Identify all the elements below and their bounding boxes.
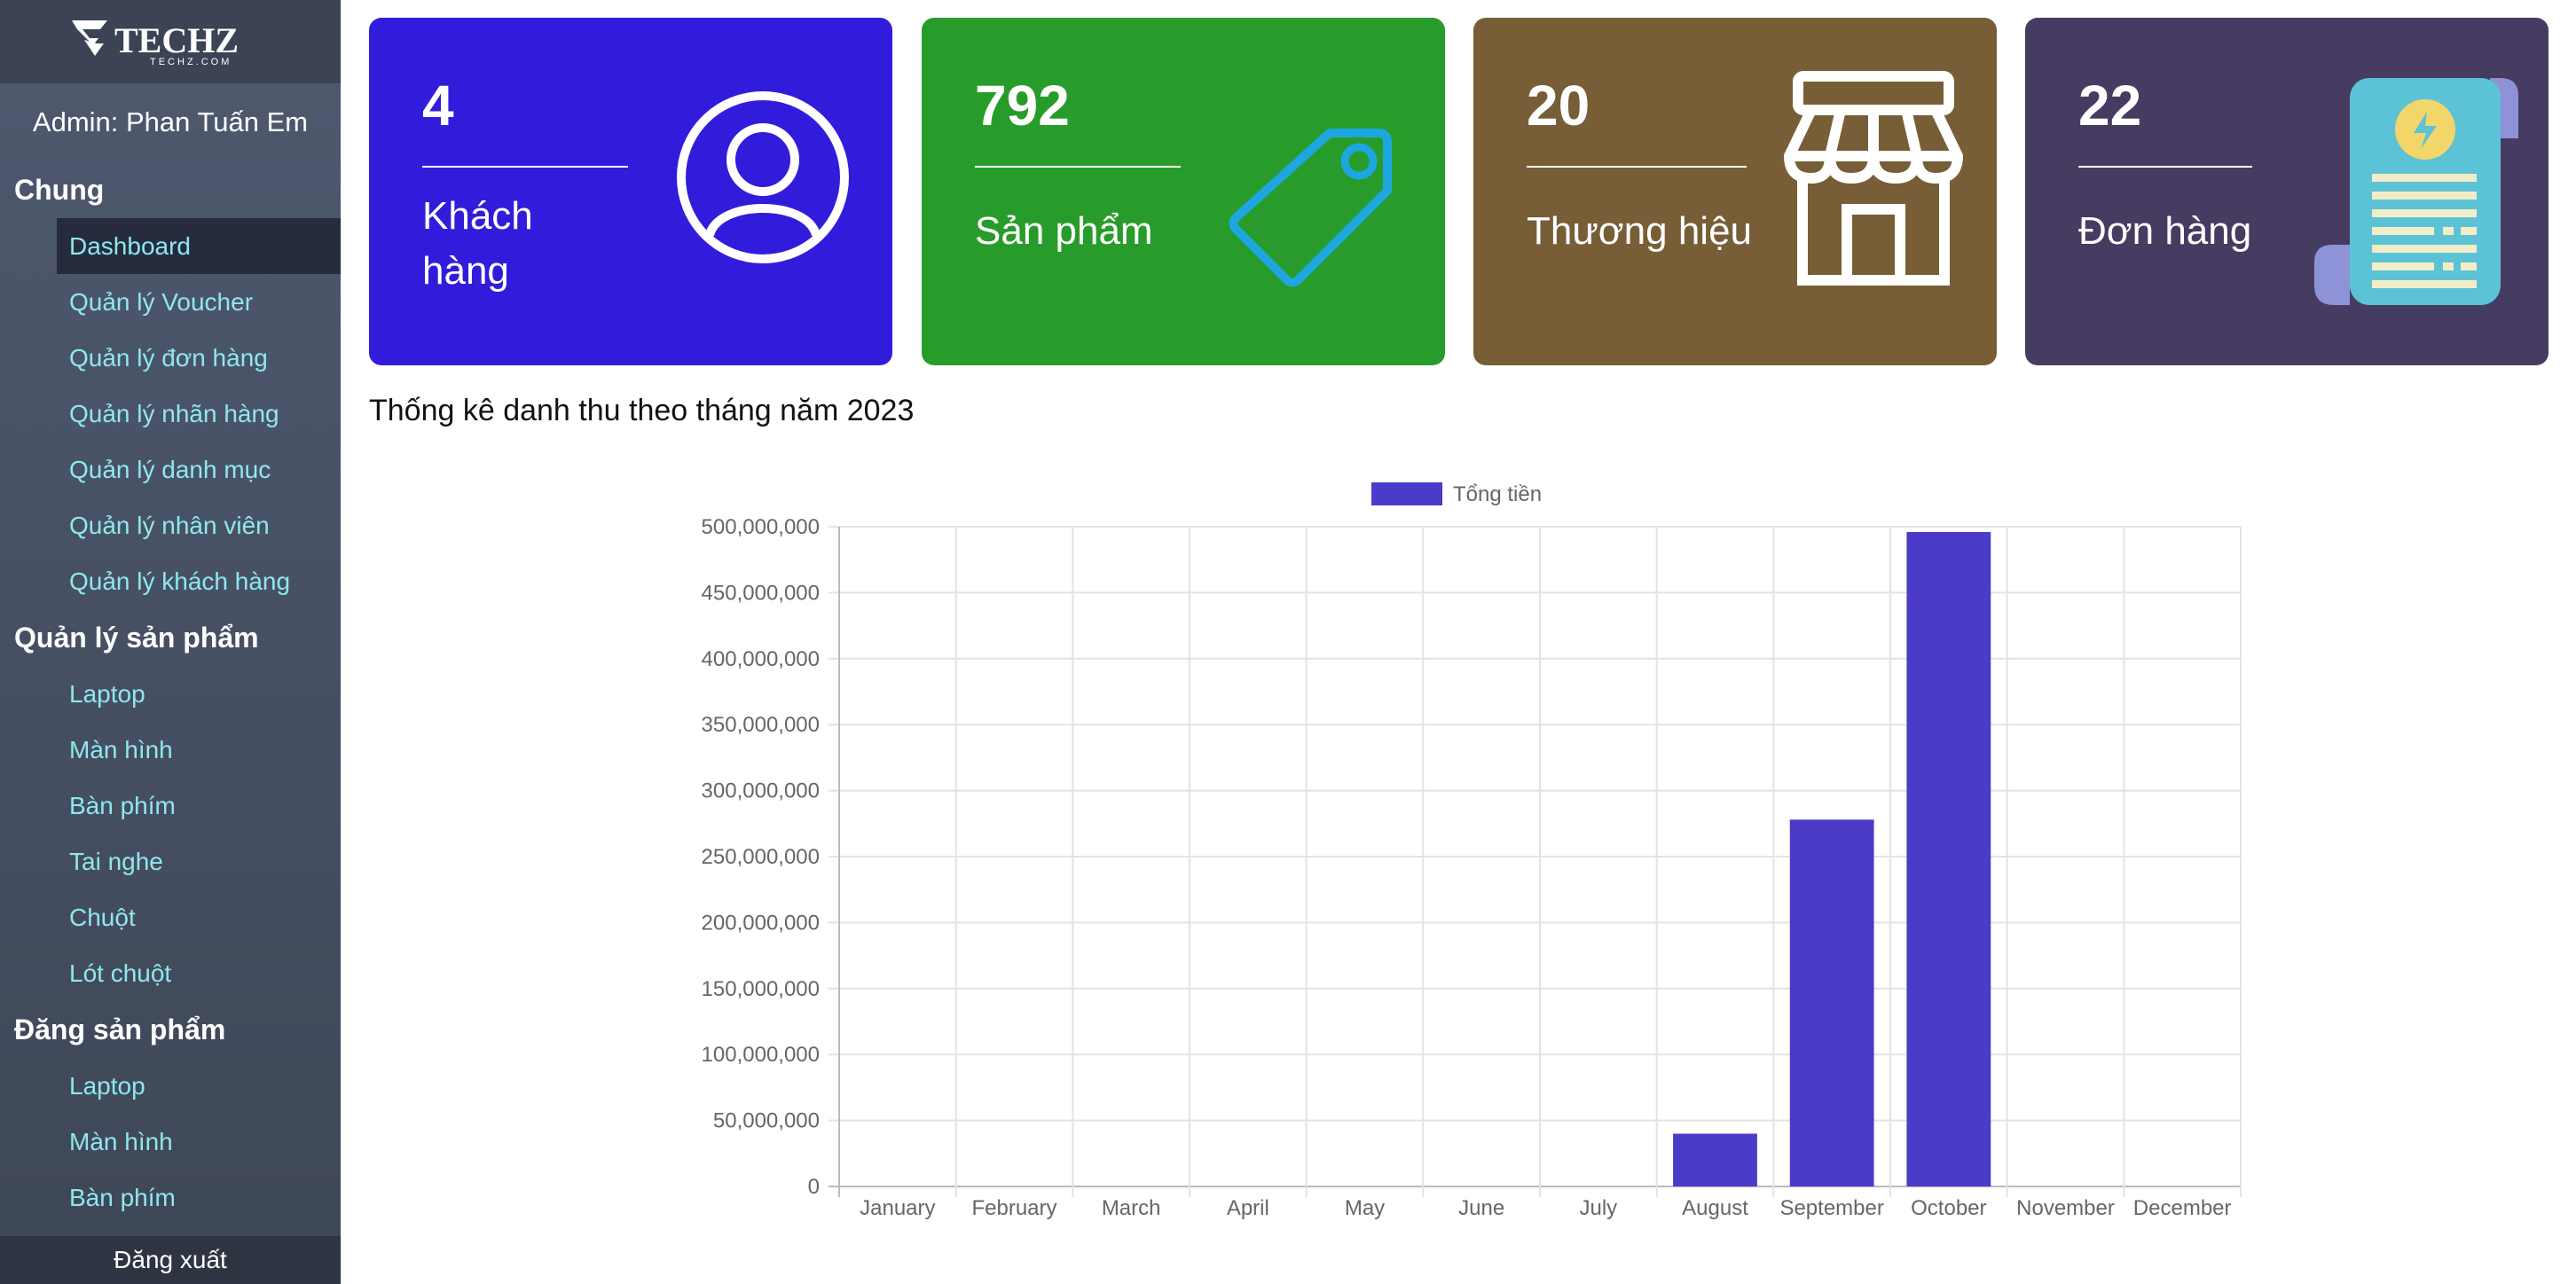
legend-swatch [1371,482,1442,505]
section-post: Đăng sản phẩm [14,1013,226,1045]
revenue-bar-chart: Tổng tiền 0 50,000,000 100,000,000 150,000,… [702,482,2242,1220]
y-tick-label: 500,000,000 [702,515,820,539]
nav-dashboard[interactable]: Dashboard [57,218,341,274]
card-products[interactable]: 792 Sản phẩm [922,18,1445,365]
bar-august[interactable] [1673,1133,1757,1186]
card-brands[interactable]: 20 Thương hiệu [1473,18,1997,365]
card-label: Đơn hàng [2078,209,2252,253]
x-tick-label: May [1345,1196,1385,1220]
nav-product-headphone[interactable]: Tai nghe [0,834,341,889]
products-nav: Laptop Màn hình Bàn phím Tai nghe Chuột … [0,666,341,1001]
card-divider [1527,166,1747,168]
x-tick-label: February [971,1196,1056,1220]
nav-post-monitor[interactable]: Màn hình [0,1114,341,1170]
x-tick-label: January [860,1196,935,1220]
post-nav: Laptop Màn hình Bàn phím [0,1058,341,1225]
nav-brands[interactable]: Quản lý nhãn hàng [0,386,341,442]
receipt-icon [2314,78,2518,305]
x-tick-label: June [1458,1196,1504,1220]
nav-categories[interactable]: Quản lý danh mục [0,442,341,497]
section-general: Chung [14,173,105,206]
x-tick-label: April [1227,1196,1269,1220]
x-tick-label: September [1779,1196,1883,1220]
general-nav: Dashboard Quản lý Voucher Quản lý đơn hà… [0,218,341,609]
y-tick-label: 400,000,000 [702,647,820,671]
legend-label: Tổng tiền [1453,482,1542,506]
y-tick-label: 250,000,000 [702,845,820,869]
x-tick-label: December [2133,1196,2232,1220]
nav-product-keyboard[interactable]: Bàn phím [0,778,341,834]
card-divider [2078,166,2252,168]
card-value: 20 [1527,74,1590,137]
card-value: 22 [2078,74,2142,137]
nav-voucher[interactable]: Quản lý Voucher [0,274,341,330]
section-products: Quản lý sản phẩm [14,621,259,654]
y-tick-label: 450,000,000 [702,581,820,605]
nav-product-laptop[interactable]: Laptop [0,666,341,722]
chart-title: Thống kê danh thu theo tháng năm 2023 [369,394,915,427]
nav-employees[interactable]: Quản lý nhân viên [0,497,341,553]
card-label: Sản phẩm [975,209,1153,253]
card-value: 792 [975,74,1070,137]
store-icon [1784,71,1963,286]
card-divider [422,166,628,168]
sidebar: TECHZ TECHZ.COM Admin: Phan Tuấn Em Chun… [0,0,341,1284]
logo-brand: TECHZ [114,20,239,60]
user-icon [677,91,849,263]
card-value: 4 [422,74,454,137]
x-tick-label: November [2016,1196,2115,1220]
x-tick-label: August [1682,1196,1748,1220]
card-orders[interactable]: 22 Đơn hàng [2025,18,2549,365]
bar-october[interactable] [1906,531,1991,1186]
x-tick-label: October [1911,1196,1986,1220]
nav-post-keyboard[interactable]: Bàn phím [0,1170,341,1225]
techz-logo-icon: TECHZ TECHZ.COM [72,20,239,67]
y-tick-label: 0 [808,1175,820,1199]
card-label: Khách hàng [422,194,533,293]
chart-legend[interactable]: Tổng tiền [1371,482,1542,506]
logout-button[interactable]: Đăng xuất [0,1236,341,1284]
x-tick-label: July [1579,1196,1617,1220]
app-window: TECHZ TECHZ.COM Admin: Phan Tuấn Em Chun… [0,0,2576,1284]
nav-product-monitor[interactable]: Màn hình [0,722,341,778]
y-tick-label: 200,000,000 [702,911,820,935]
y-tick-label: 300,000,000 [702,779,820,803]
admin-label: Admin: Phan Tuấn Em [32,106,309,137]
y-tick-label: 150,000,000 [702,977,820,1001]
nav-product-mousepad[interactable]: Lót chuột [0,945,341,1001]
y-tick-label: 350,000,000 [702,713,820,737]
card-divider [975,166,1181,168]
nav-orders[interactable]: Quản lý đơn hàng [0,330,341,386]
logo[interactable]: TECHZ TECHZ.COM [0,0,341,83]
y-tick-label: 100,000,000 [702,1043,820,1067]
logo-sub: TECHZ.COM [150,57,232,67]
nav-customers[interactable]: Quản lý khách hàng [0,553,341,609]
y-tick-label: 50,000,000 [713,1109,820,1133]
nav-post-laptop[interactable]: Laptop [0,1058,341,1114]
bar-september[interactable] [1789,819,1874,1186]
nav-product-mouse[interactable]: Chuột [0,889,341,945]
card-customers[interactable]: 4 Khách hàng [369,18,892,365]
tag-icon [1229,129,1392,287]
x-tick-label: March [1102,1196,1161,1220]
card-label: Thương hiệu [1527,209,1753,253]
